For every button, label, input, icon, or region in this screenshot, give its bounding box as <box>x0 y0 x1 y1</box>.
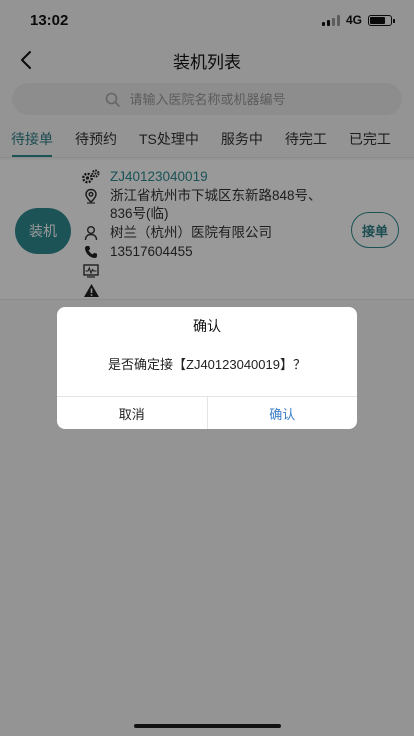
dialog-title: 确认 <box>193 318 221 334</box>
home-indicator[interactable] <box>134 724 281 728</box>
confirm-button[interactable]: 确认 <box>206 397 358 429</box>
dialog-message: 是否确定接【ZJ40123040019】？ <box>108 357 306 372</box>
dialog-actions: 取消 确认 <box>57 396 357 429</box>
cancel-button[interactable]: 取消 <box>57 397 207 429</box>
confirm-dialog: 确认 是否确定接【ZJ40123040019】？ 取消 确认 <box>57 307 357 429</box>
app-screen: 13:02 4G 装机列表 待接单 待预约 TS处理中 服务中 待完工 已完工 <box>0 0 414 736</box>
